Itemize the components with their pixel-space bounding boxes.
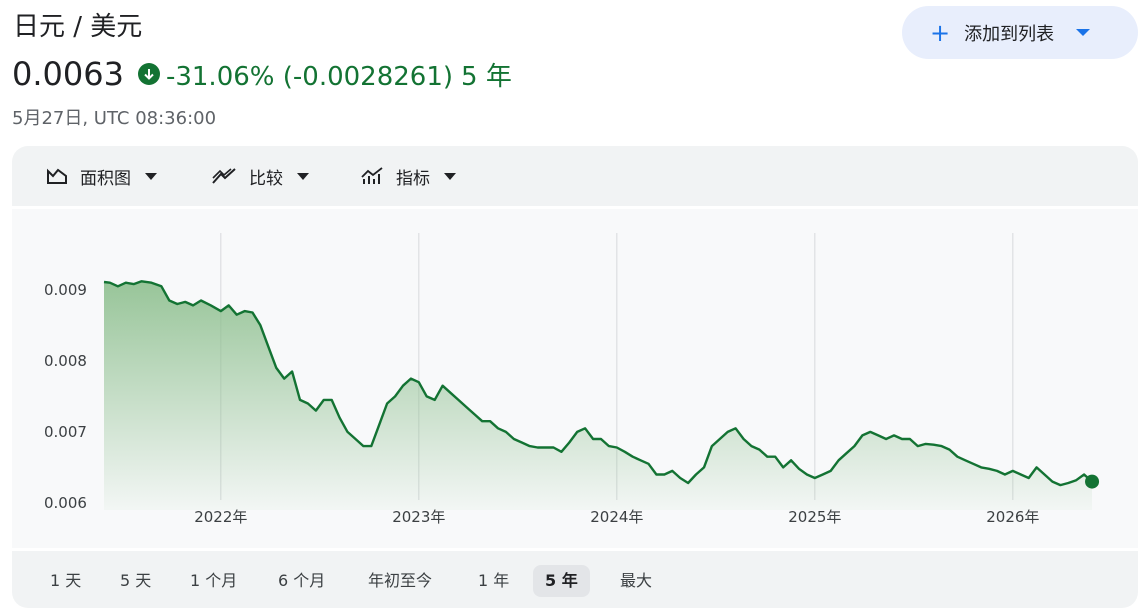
current-price: 0.0063 (12, 55, 124, 93)
range-option[interactable]: 1 个月 (178, 565, 249, 597)
chevron-down-icon (444, 172, 456, 180)
timestamp: 5月27日, UTC 08:36:00 (12, 108, 217, 129)
change-value: -31.06% (-0.0028261) (165, 61, 454, 92)
compare-dropdown[interactable]: 比较 (211, 164, 309, 189)
chevron-down-icon (145, 172, 157, 180)
compare-label: 比较 (249, 168, 283, 189)
area-chart-icon (47, 168, 67, 184)
range-option[interactable]: 5 天 (108, 565, 163, 597)
x-tick-label: 2022年 (194, 508, 247, 526)
page-title: 日元 / 美元 (13, 12, 143, 42)
price-area-chart[interactable]: 2022年 2023年 2024年 2025年 2026年 0.006 0.007 0.008… (12, 209, 1138, 548)
range-option[interactable]: 1 年 (466, 565, 521, 597)
add-to-list-button[interactable]: + 添加到列表 (902, 6, 1138, 59)
y-tick-label: 0.006 (44, 494, 87, 512)
plus-icon: + (930, 18, 951, 47)
chart-toolbar: 面积图 比较 指标 (12, 146, 1138, 206)
x-tick-label: 2024年 (590, 508, 643, 526)
indicators-dropdown[interactable]: 指标 (360, 164, 456, 189)
range-option[interactable]: 最大 (608, 565, 664, 597)
x-tick-label: 2025年 (788, 508, 841, 526)
compare-icon (212, 168, 236, 184)
price-summary: 0.0063 -31.06% (-0.0028261) 5 年 (12, 55, 512, 93)
x-tick-label: 2026年 (986, 508, 1039, 526)
chart-type-dropdown[interactable]: 面积图 (46, 164, 157, 189)
indicators-label: 指标 (396, 168, 430, 189)
range-option[interactable]: 6 个月 (266, 565, 337, 597)
y-tick-label: 0.008 (44, 352, 87, 370)
arrow-down-icon (137, 63, 160, 85)
price-chart[interactable]: 2022年 2023年 2024年 2025年 2026年 0.006 0.007 0.008… (12, 209, 1138, 548)
time-range-selector: 1 天 5 天 1 个月 6 个月 年初至今 1 年 5 年最大 (12, 551, 1138, 608)
y-tick-label: 0.007 (44, 423, 87, 441)
add-to-list-label: 添加到列表 (964, 23, 1055, 45)
price-change: -31.06% (-0.0028261) 5 年 (166, 56, 512, 93)
y-tick-label: 0.009 (44, 281, 87, 299)
range-option[interactable]: 5 年 (533, 565, 590, 597)
x-tick-label: 2023年 (392, 508, 445, 526)
chart-type-label: 面积图 (80, 168, 131, 189)
area-fill (104, 281, 1092, 510)
change-period: 5 年 (461, 61, 512, 92)
range-option[interactable]: 1 天 (38, 565, 93, 597)
range-option[interactable]: 年初至今 (356, 565, 444, 597)
chevron-down-icon (1076, 29, 1091, 36)
last-price-point[interactable] (1085, 474, 1100, 489)
indicators-icon (361, 167, 383, 184)
chevron-down-icon (297, 172, 309, 180)
